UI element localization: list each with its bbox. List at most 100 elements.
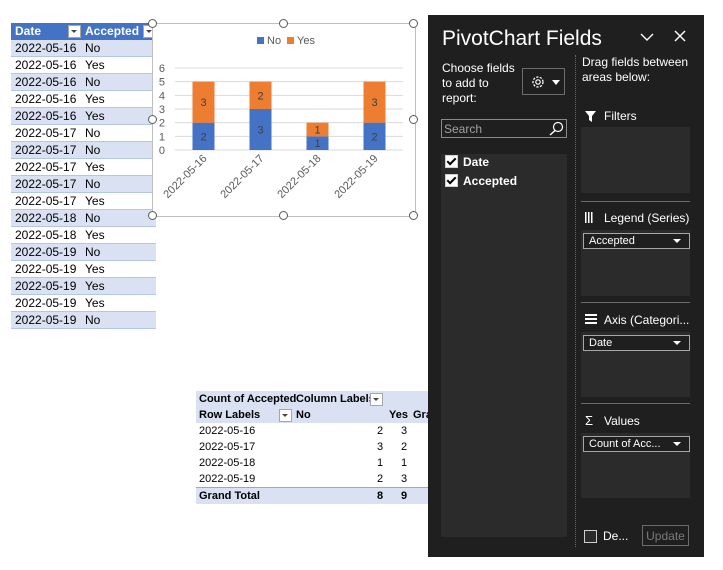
filters-drop-area[interactable] [581,127,690,193]
accepted-cell[interactable]: No [81,39,157,57]
pivot-row-label[interactable]: 2022-05-18 [199,455,255,471]
field-list: Date Accepted [441,154,567,537]
date-cell[interactable]: 2022-05-19 [11,243,82,261]
date-cell[interactable]: 2022-05-17 [11,158,82,176]
accepted-cell[interactable]: No [81,124,157,142]
date-cell[interactable]: 2022-05-19 [11,294,82,312]
accepted-cell[interactable]: No [81,141,157,159]
x-tick-label: 2022-05-17 [218,153,266,201]
accepted-cell[interactable]: No [81,73,157,91]
pivot-count-yes[interactable]: 3 [401,471,407,487]
resize-handle-tl[interactable] [148,19,157,28]
date-cell[interactable]: 2022-05-18 [11,209,82,227]
grand-total-no: 8 [377,490,384,502]
values-field-pill[interactable]: Count of Acc... [583,436,690,452]
accepted-cell[interactable]: Yes [81,107,157,125]
pivot-count-yes[interactable]: 2 [401,439,407,455]
close-icon[interactable] [674,30,686,42]
pivot-count-no[interactable]: 2 [377,471,383,487]
pivot-row-label[interactable]: 2022-05-17 [199,439,255,455]
filters-area-label: Filters [604,109,637,123]
defer-layout-checkbox[interactable] [584,530,597,543]
column-filter-button[interactable] [68,25,82,39]
pivot-count-yes[interactable]: 1 [401,455,407,471]
field-item-date[interactable]: Date [445,154,489,170]
pivot-row-labels: Row Labels [199,409,261,421]
data-label: 1 [314,138,320,150]
accepted-cell[interactable]: Yes [81,277,157,295]
accepted-cell[interactable]: Yes [81,226,157,244]
legend-icon [585,212,593,223]
accepted-cell[interactable]: Yes [81,90,157,108]
column-header-label: Date [15,24,42,38]
pivot-count-yes[interactable]: 3 [401,423,407,439]
accepted-cell[interactable]: Yes [81,192,157,210]
resize-handle-top[interactable] [279,19,288,28]
table-row: 2022-05-19 Yes [11,294,157,312]
row-labels-filter-button[interactable] [279,409,292,422]
legend-label: Yes [297,35,315,47]
date-cell[interactable]: 2022-05-19 [11,260,82,278]
field-search-input[interactable]: Search [441,119,567,138]
axis-field-pill[interactable]: Date [583,335,690,351]
date-cell[interactable]: 2022-05-16 [11,73,82,91]
date-cell[interactable]: 2022-05-17 [11,141,82,159]
date-cell[interactable]: 2022-05-19 [11,311,82,329]
column-labels-filter-button[interactable] [370,393,383,406]
drag-fields-label: Drag fields between areas below: [582,55,689,84]
legend-field-pill[interactable]: Accepted [583,233,690,249]
pivot-count-no[interactable]: 1 [377,455,383,471]
defer-layout-label: De... [603,529,629,543]
pivot-row: 2022-05-18 1 1 [196,455,428,471]
column-header-date[interactable]: Date [11,23,82,40]
accepted-cell[interactable]: Yes [81,260,157,278]
accepted-cell[interactable]: No [81,311,157,329]
choose-fields-label: Choose fields to add to report: [442,61,515,105]
values-area-label: Values [604,414,640,428]
sigma-icon: Σ [585,413,594,428]
date-cell[interactable]: 2022-05-17 [11,124,82,142]
resize-handle-tr[interactable] [409,19,418,28]
pivot-row: 2022-05-19 2 3 [196,471,428,487]
update-button[interactable]: Update [642,525,689,546]
date-cell[interactable]: 2022-05-16 [11,90,82,108]
legend-field-label: Accepted [589,235,635,247]
date-cell[interactable]: 2022-05-18 [11,226,82,244]
axis-area-label: Axis (Categori... [604,313,690,327]
pivot-chart[interactable]: 0 1 2 3 4 5 6 2 3 2022-05-16 3 2 2022-05-17 1 1 2022-05… [152,23,416,217]
date-cell[interactable]: 2022-05-16 [11,107,82,125]
column-header-accepted[interactable]: Accepted [81,23,157,40]
accepted-cell[interactable]: Yes [81,158,157,176]
accepted-checkbox[interactable] [445,174,458,187]
resize-handle-right[interactable] [409,115,418,124]
date-cell[interactable]: 2022-05-19 [11,277,82,295]
pivot-count-no[interactable]: 3 [377,439,383,455]
pivot-row-label[interactable]: 2022-05-16 [199,423,255,439]
table-row: 2022-05-19 No [11,311,157,329]
accepted-cell[interactable]: Yes [81,294,157,312]
accepted-cell[interactable]: Yes [81,56,157,74]
pivot-count-no[interactable]: 2 [377,423,383,439]
date-cell[interactable]: 2022-05-17 [11,175,82,193]
date-cell[interactable]: 2022-05-16 [11,56,82,74]
tools-button[interactable] [522,68,565,95]
y-tick-label: 3 [159,104,165,116]
date-cell[interactable]: 2022-05-17 [11,192,82,210]
field-item-accepted[interactable]: Accepted [445,173,517,189]
accepted-cell[interactable]: No [81,175,157,193]
accepted-cell[interactable]: No [81,243,157,261]
chevron-down-icon[interactable] [640,32,654,42]
resize-handle-left[interactable] [148,115,157,124]
resize-handle-bottom[interactable] [279,211,288,220]
y-tick-label: 4 [159,90,165,102]
data-label: 2 [200,131,206,143]
resize-handle-br[interactable] [409,211,418,220]
pivot-row-label[interactable]: 2022-05-19 [199,471,255,487]
data-label: 3 [200,97,206,109]
y-tick-label: 5 [159,77,165,89]
date-checkbox[interactable] [445,155,458,168]
resize-handle-bl[interactable] [148,211,157,220]
accepted-cell[interactable]: No [81,209,157,227]
date-cell[interactable]: 2022-05-16 [11,39,82,57]
y-tick-label: 6 [159,63,165,75]
